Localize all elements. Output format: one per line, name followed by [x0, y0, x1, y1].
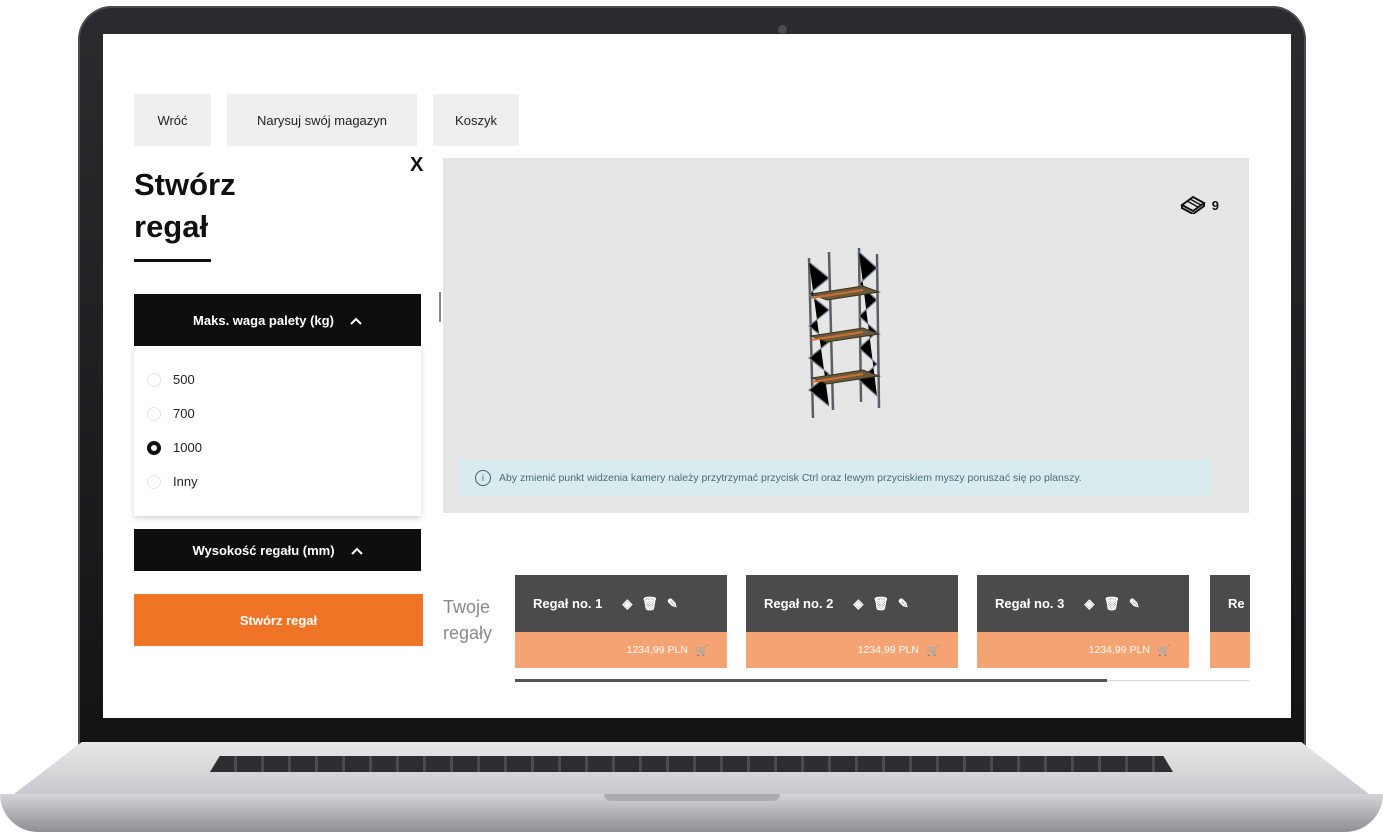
radio-button[interactable] — [147, 406, 161, 421]
cart-icon[interactable]: 🛒 — [696, 644, 709, 657]
rack-card-name: Regał no. 2 — [764, 596, 834, 611]
pallet-view-icon[interactable]: ◈ — [853, 596, 863, 612]
pallet-icon — [1179, 194, 1206, 217]
weight-option-label: Inny — [173, 474, 198, 489]
racks-scroll-thumb[interactable] — [515, 679, 1107, 682]
weight-accordion-header[interactable]: Maks. waga palety (kg) — [134, 294, 421, 346]
cart-icon[interactable]: 🛒 — [1158, 644, 1171, 657]
keyboard — [210, 756, 1173, 772]
rack-card-actions: ◈ 🗑 ✎ — [622, 596, 677, 612]
rack-card-name: Regał no. 3 — [995, 596, 1065, 611]
rack-card[interactable]: Regał no. 2 ◈ 🗑 ✎ 1234,99 PLN 🛒 — [746, 575, 958, 668]
weight-option-label: 700 — [173, 406, 195, 421]
radio-button-selected[interactable] — [147, 440, 161, 455]
rack-price-value: 1234,99 PLN — [626, 644, 688, 656]
rack-3d-model — [807, 248, 881, 419]
weight-option-1000[interactable]: 1000 — [147, 440, 202, 455]
rack-card[interactable]: Regał no. 3 ◈ 🗑 ✎ 1234,99 PLN 🛒 — [977, 575, 1189, 668]
pallet-view-icon[interactable]: ◈ — [622, 596, 632, 612]
weight-option-label: 500 — [173, 372, 195, 387]
rack-card-price[interactable]: 1234,99 PLN 🛒 — [977, 632, 1189, 668]
draw-warehouse-button[interactable]: Narysuj swój magazyn — [227, 94, 417, 146]
weight-option-500[interactable]: 500 — [147, 372, 195, 387]
height-accordion-label: Wysokość regału (mm) — [192, 542, 335, 558]
info-icon: i — [475, 470, 491, 486]
radio-button[interactable] — [147, 474, 161, 489]
weight-accordion-label: Maks. waga palety (kg) — [193, 312, 334, 328]
rack-card-price[interactable]: 1234,99 PLN 🛒 — [746, 632, 958, 668]
trash-icon[interactable]: 🗑 — [1103, 596, 1120, 612]
weight-option-label: 1000 — [173, 440, 202, 455]
laptop-base — [0, 740, 1383, 835]
back-button[interactable]: Wróć — [134, 94, 211, 146]
chevron-up-icon — [350, 543, 363, 558]
panel-scrollbar[interactable] — [439, 292, 441, 322]
rack-card-header: Regał no. 1 ◈ 🗑 ✎ — [515, 575, 727, 632]
height-accordion-header[interactable]: Wysokość regału (mm) — [134, 529, 421, 571]
trash-icon[interactable]: 🗑 — [641, 596, 658, 612]
rack-card-partial[interactable]: Re — [1210, 575, 1250, 668]
camera-hint: i Aby zmienić punkt widzenia kamery nale… — [459, 460, 1211, 496]
your-racks-label-line1: Twoje — [443, 597, 491, 617]
app-screen: Wróć Narysuj swój magazyn Koszyk X Stwór… — [103, 34, 1291, 718]
rack-3d-viewer[interactable]: 9 i Aby zmienić punkt widzenia kamery na… — [443, 158, 1249, 513]
rack-card-name: Regał no. 1 — [533, 596, 603, 611]
rack-card-actions: ◈ 🗑 ✎ — [853, 596, 908, 612]
weight-option-other[interactable]: Inny — [147, 474, 198, 489]
rack-card[interactable]: Regał no. 1 ◈ 🗑 ✎ 1234,99 PLN 🛒 — [515, 575, 727, 668]
rack-card-partial-price — [1210, 632, 1250, 668]
pencil-icon[interactable]: ✎ — [1129, 596, 1140, 612]
create-rack-button[interactable]: Stwórz regał — [134, 594, 423, 646]
pallet-count-value: 9 — [1211, 198, 1219, 213]
cart-icon[interactable]: 🛒 — [927, 644, 940, 657]
lid-notch — [604, 794, 780, 801]
page-title-line1: Stwórz — [134, 167, 236, 202]
your-racks-label-line2: regały — [443, 623, 493, 643]
camera-hint-text: Aby zmienić punkt widzenia kamery należy… — [499, 472, 1082, 484]
close-icon[interactable]: X — [410, 154, 423, 177]
weight-option-700[interactable]: 700 — [147, 406, 195, 421]
rack-card-header: Regał no. 2 ◈ 🗑 ✎ — [746, 575, 958, 632]
rack-card-partial-name: Re — [1210, 575, 1250, 632]
radio-button[interactable] — [147, 372, 161, 387]
pencil-icon[interactable]: ✎ — [898, 596, 909, 612]
your-racks-label: Twoje regały — [443, 594, 492, 646]
rack-card-header: Regał no. 3 ◈ 🗑 ✎ — [977, 575, 1189, 632]
page-title-line2: regał — [134, 209, 209, 244]
cart-button[interactable]: Koszyk — [433, 94, 519, 146]
title-underline — [134, 259, 211, 262]
webcam-icon — [778, 25, 787, 34]
pallet-view-icon[interactable]: ◈ — [1084, 596, 1094, 612]
rack-card-actions: ◈ 🗑 ✎ — [1084, 596, 1139, 612]
rack-card-price[interactable]: 1234,99 PLN 🛒 — [515, 632, 727, 668]
rack-price-value: 1234,99 PLN — [857, 644, 919, 656]
trash-icon[interactable]: 🗑 — [872, 596, 889, 612]
chevron-up-icon — [350, 313, 362, 328]
pencil-icon[interactable]: ✎ — [667, 596, 678, 612]
rack-price-value: 1234,99 PLN — [1088, 644, 1150, 656]
page-title: Stwórz regał — [134, 164, 334, 248]
pallet-counter: 9 — [1179, 194, 1219, 217]
